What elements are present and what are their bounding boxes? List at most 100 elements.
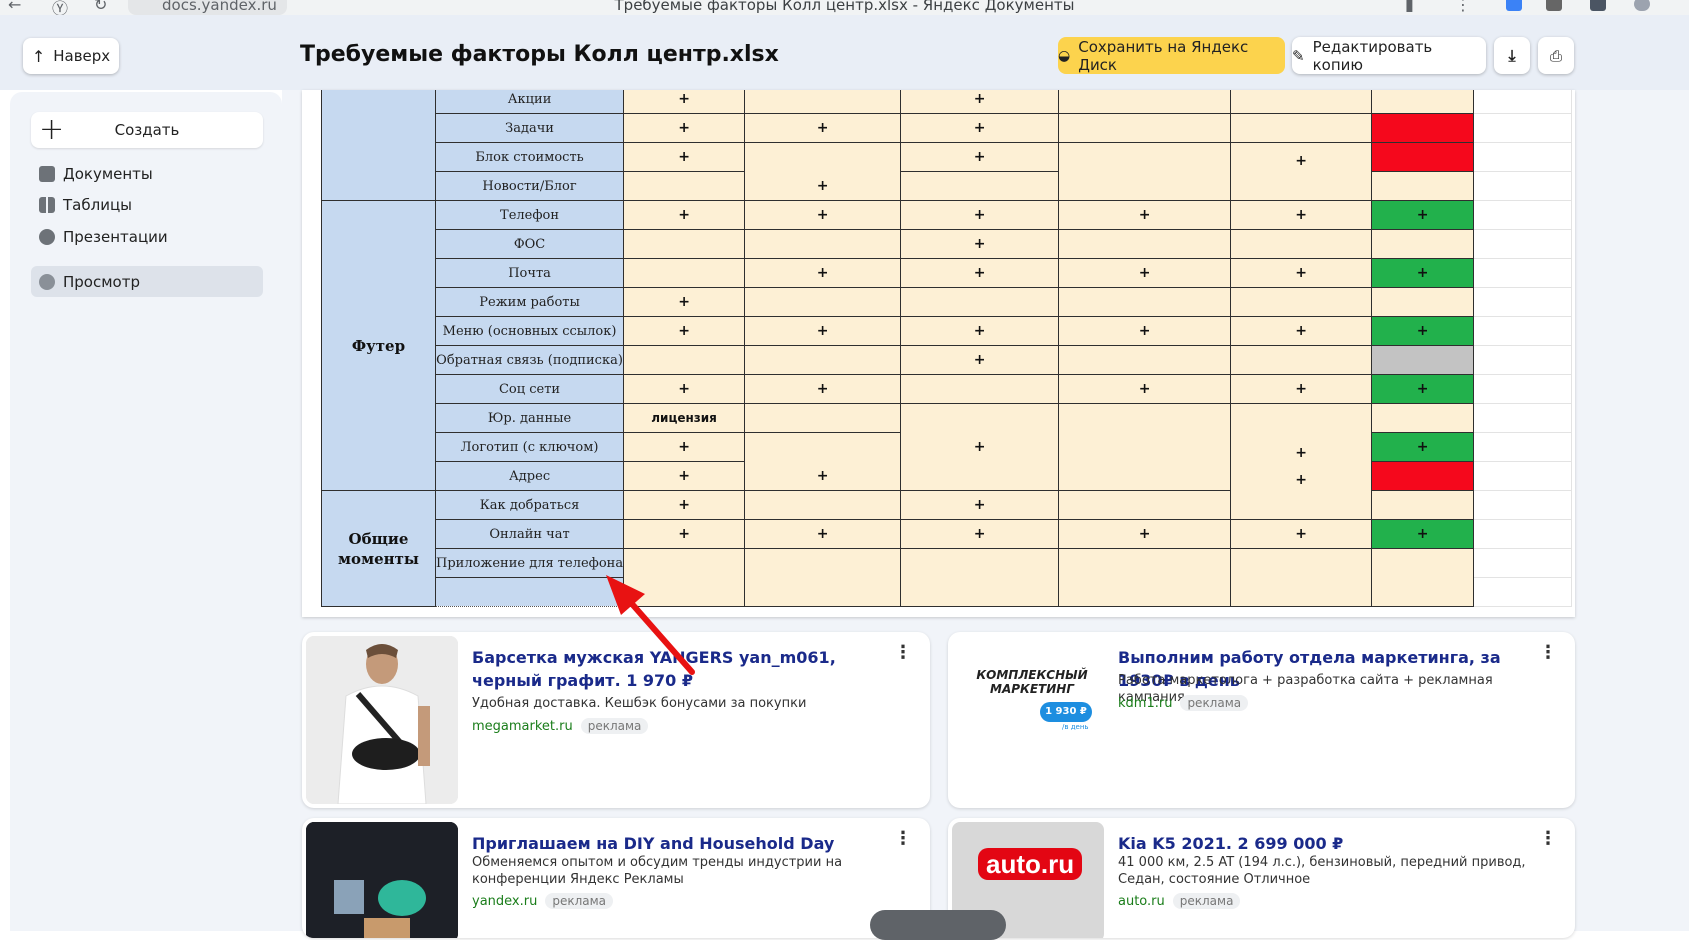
row-label: Адрес xyxy=(434,461,625,491)
print-icon: ⎙ xyxy=(1549,46,1562,65)
plus-cell: + xyxy=(900,142,1060,172)
plus-cell: + xyxy=(1058,258,1232,288)
plus-cell: + xyxy=(1230,142,1373,201)
sidebar-item-presentations[interactable]: Презентации xyxy=(31,221,263,252)
page-title: Требуемые факторы Колл центр.xlsx xyxy=(300,42,779,67)
sidebar-item-tables[interactable]: Таблицы xyxy=(31,189,263,220)
plus-cell: + xyxy=(744,519,902,549)
ad-title[interactable]: Барсетка мужская YANGERS yan_m061, черны… xyxy=(472,646,882,692)
ad-card[interactable]: Барсетка мужская YANGERS yan_m061, черны… xyxy=(302,632,930,808)
ad-card[interactable]: auto.ru Kia K5 2021. 2 699 000 ₽ 41 000 … xyxy=(948,818,1575,938)
plus-cell: + xyxy=(1230,374,1373,404)
row-label: Юр. данные xyxy=(434,403,625,433)
more-vertical-icon[interactable]: ⋮ xyxy=(894,642,912,663)
table-row: Задачи + + + xyxy=(322,113,1573,143)
ad-badge: реклама xyxy=(1172,893,1241,909)
sidebar-item-documents[interactable]: Документы xyxy=(31,158,263,189)
plus-cell: + xyxy=(1230,316,1373,346)
row-label: Задачи xyxy=(434,113,625,143)
ad-description: Обменяемся опытом и обсудим тренды индус… xyxy=(472,855,843,887)
plus-cell: + xyxy=(623,142,746,172)
plus-cell: + xyxy=(744,432,902,491)
plus-cell: + xyxy=(623,200,746,230)
window-title: Требуемые факторы Колл центр.xlsx - Янде… xyxy=(614,0,1075,14)
plus-cell: + xyxy=(1058,374,1232,404)
extension-icon[interactable] xyxy=(1546,0,1562,11)
group-general-label: Общие моменты xyxy=(321,490,436,607)
pencil-icon: ✎ xyxy=(1292,46,1305,65)
table-row: Обратная связь (подписка) + xyxy=(322,345,1573,375)
row-label: Приложение для телефона xyxy=(434,548,625,578)
ad-description: 41 000 км, 2.5 AT (194 л.с.), бензиновый… xyxy=(1118,855,1526,887)
plus-cell: + xyxy=(900,229,1060,259)
group-cell xyxy=(321,90,436,201)
download-button[interactable]: ⤓ xyxy=(1494,37,1530,74)
print-button[interactable]: ⎙ xyxy=(1538,37,1574,74)
product-image xyxy=(306,822,458,938)
create-button[interactable]: + Создать xyxy=(31,112,263,148)
tables-icon xyxy=(39,196,55,213)
ad-card[interactable]: КОМПЛЕКСНЫЙ МАРКЕТИНГ 1 930 ₽ /в день Вы… xyxy=(948,632,1575,808)
thumb-unit: /в день xyxy=(1062,723,1089,731)
table-row: Онлайн чат + + + + + + xyxy=(322,519,1573,549)
status-red-cell xyxy=(1371,113,1475,143)
plus-cell: + xyxy=(900,345,1060,375)
plus-cell: + xyxy=(744,374,902,404)
row-label: Почта xyxy=(434,258,625,288)
table-row: Соц сети + + + + + xyxy=(322,374,1573,404)
bookmark-icon[interactable]: ▮ xyxy=(1405,0,1414,14)
documents-icon xyxy=(39,165,55,182)
more-vertical-icon[interactable]: ⋮ xyxy=(1539,642,1557,663)
document-header: ↑ Наверх Требуемые факторы Колл центр.xl… xyxy=(0,15,1689,90)
row-label: Онлайн чат xyxy=(434,519,625,549)
more-vertical-icon[interactable]: ⋮ xyxy=(894,828,912,849)
spreadsheet-view[interactable]: Акции + + Задачи + + + Блок стоимость + … xyxy=(302,90,1575,617)
status-green-cell: + xyxy=(1371,258,1475,288)
ad-title[interactable]: Приглашаем на DIY and Household Day xyxy=(472,832,882,855)
sidebar-item-view[interactable]: Просмотр xyxy=(31,266,263,297)
plus-cell: + xyxy=(623,374,746,404)
table-row: Общие моменты Как добраться + + xyxy=(321,490,1573,607)
more-vertical-icon[interactable]: ⋮ xyxy=(1539,828,1557,849)
ad-title[interactable]: Kia K5 2021. 2 699 000 ₽ xyxy=(1118,832,1528,855)
table-row: Меню (основных ссылок) + + + + + + xyxy=(322,316,1573,346)
table-row: Блок стоимость + + + + xyxy=(322,142,1573,201)
table-row: Почта + + + + + xyxy=(322,258,1573,288)
plus-cell: + xyxy=(623,90,746,114)
table-row: ФОС + xyxy=(322,229,1573,259)
plus-cell: + xyxy=(623,432,746,462)
ad-domain[interactable]: yandex.ru реклама xyxy=(472,893,614,909)
save-to-disk-button[interactable]: ◒ Сохранить на Яндекс Диск xyxy=(1058,37,1285,74)
ad-domain[interactable]: auto.ru реклама xyxy=(1118,893,1241,909)
status-green-cell: + xyxy=(1371,432,1475,462)
floating-toolbar[interactable] xyxy=(870,910,1006,940)
plus-cell: + xyxy=(900,113,1060,143)
plus-cell-group: + + xyxy=(1230,403,1373,520)
table-row: Юр. данные лицензия + + + xyxy=(322,403,1573,520)
ad-domain[interactable]: megamarket.ru реклама xyxy=(472,718,649,734)
plus-cell: + xyxy=(900,403,1060,491)
plus-cell: + xyxy=(623,461,746,491)
status-gray-cell xyxy=(1371,345,1475,375)
plus-cell: + xyxy=(900,90,1060,114)
plus-cell: + xyxy=(900,519,1060,549)
group-footer-label: Футер xyxy=(321,200,436,491)
ad-domain[interactable]: kdm1.ru реклама xyxy=(1118,695,1249,711)
up-button[interactable]: ↑ Наверх xyxy=(23,38,119,74)
browser-toolbar: ← Ⓨ ↻ docs.yandex.ru Требуемые факторы К… xyxy=(0,0,1689,15)
row-label: Соц сети xyxy=(434,374,625,404)
arrow-up-icon: ↑ xyxy=(31,46,46,66)
row-label: Логотип (с ключом) xyxy=(434,432,625,462)
table-row: Акции + + xyxy=(321,90,1573,201)
plus-icon: + xyxy=(39,112,65,147)
ad-badge: реклама xyxy=(580,718,649,734)
plus-cell: + xyxy=(1230,519,1373,549)
more-icon[interactable]: ⋮ xyxy=(1455,0,1471,14)
plus-cell: + xyxy=(623,287,746,317)
extension-icon[interactable] xyxy=(1590,0,1606,11)
sidebar: + Создать Документы Таблицы Презентации … xyxy=(10,92,282,931)
ad-card[interactable]: Приглашаем на DIY and Household Day Обме… xyxy=(302,818,930,938)
plus-cell: + xyxy=(744,316,902,346)
extension-icon[interactable] xyxy=(1506,0,1522,11)
edit-copy-button[interactable]: ✎ Редактировать копию xyxy=(1292,37,1486,74)
